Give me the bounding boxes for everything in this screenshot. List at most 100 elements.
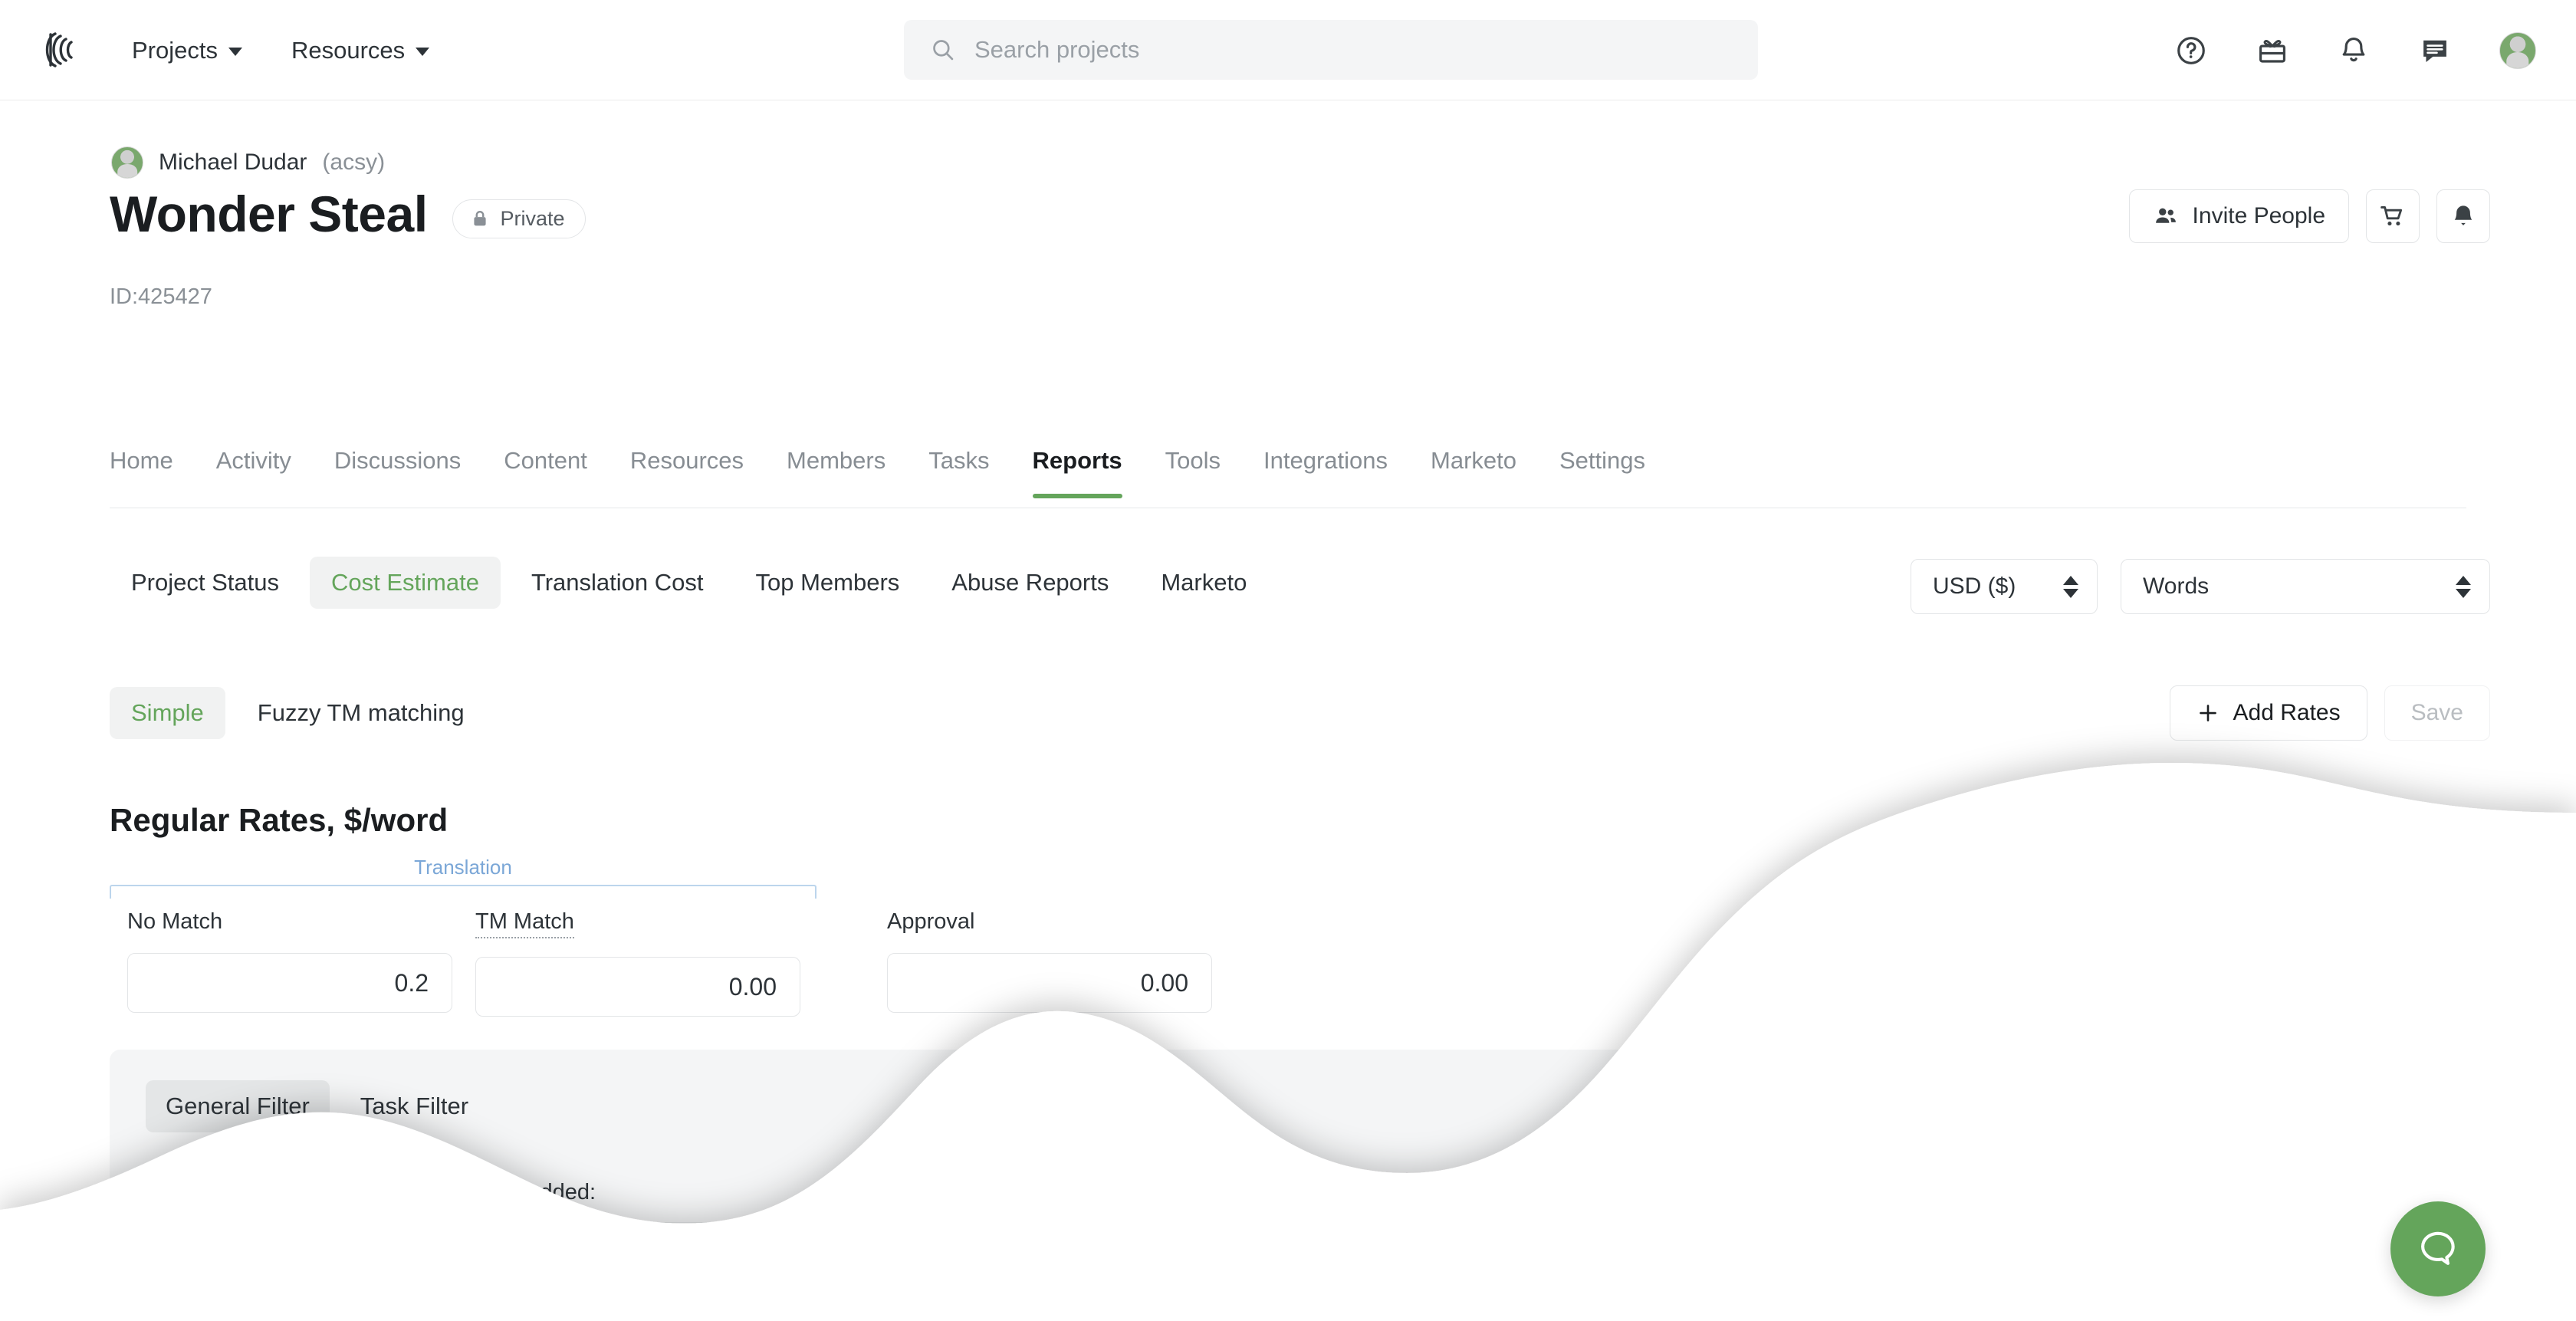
project-owner[interactable]: Michael Dudar (acsy): [111, 146, 385, 179]
calendar-icon: [475, 1240, 498, 1263]
global-nav: Projects Resources: [132, 0, 429, 100]
search-input[interactable]: Search projects: [904, 20, 1758, 80]
tab-resources[interactable]: Resources: [630, 447, 744, 498]
rate-field-approval-label: Approval: [887, 909, 1212, 935]
bell-icon: [2450, 202, 2477, 230]
people-icon: [2153, 203, 2179, 229]
rate-mode-tabs: Simple Fuzzy TM matching: [110, 687, 486, 739]
project-header-actions: Invite People: [2129, 189, 2490, 243]
nav-resources[interactable]: Resources: [291, 37, 429, 64]
search-icon: [930, 37, 956, 63]
mode-tab-fuzzy-tm-matching[interactable]: Fuzzy TM matching: [236, 687, 486, 739]
add-rates-button[interactable]: Add Rates: [2170, 685, 2367, 741]
project-id: ID:425427: [110, 284, 212, 310]
report-tab-translation-cost[interactable]: Translation Cost: [510, 557, 725, 609]
language-filter-label: Language:: [146, 1180, 426, 1205]
nav-projects-label: Projects: [132, 37, 218, 64]
rate-field-tm-match-label: TM Match: [475, 909, 574, 938]
cart-icon: [2379, 202, 2407, 230]
owner-handle: (acsy): [322, 150, 385, 176]
gift-icon[interactable]: [2256, 34, 2289, 67]
tab-activity[interactable]: Activity: [216, 447, 291, 498]
rates-group-bracket: [110, 885, 816, 899]
tab-integrations[interactable]: Integrations: [1263, 447, 1388, 498]
add-rates-label: Add Rates: [2233, 700, 2341, 726]
strings-added-filter: Strings added: All time: [452, 1180, 609, 1282]
select-arrows-icon: [393, 1241, 409, 1263]
chevron-down-icon: [416, 48, 429, 56]
filter-tabs: General Filter Task Filter: [146, 1080, 488, 1132]
tab-reports[interactable]: Reports: [1033, 447, 1122, 498]
report-tab-abuse-reports[interactable]: Abuse Reports: [930, 557, 1130, 609]
project-notifications-button[interactable]: [2436, 189, 2490, 243]
report-tab-marketo[interactable]: Marketo: [1139, 557, 1268, 609]
project-title-row: Wonder Steal Private: [110, 185, 586, 243]
select-arrows-icon: [2063, 576, 2078, 598]
help-circle-icon[interactable]: [2174, 34, 2208, 67]
strings-added-label: Strings added:: [452, 1180, 609, 1205]
report-tab-top-members[interactable]: Top Members: [734, 557, 922, 609]
report-tab-project-status[interactable]: Project Status: [110, 557, 301, 609]
global-topbar: Projects Resources Search projects: [0, 0, 2576, 100]
rate-input-tm-match[interactable]: 0.00: [475, 957, 800, 1017]
status-badge: Private: [452, 199, 586, 238]
tab-discussions[interactable]: Discussions: [334, 447, 461, 498]
rate-field-no-match-label: No Match: [127, 909, 452, 935]
unit-select[interactable]: Words: [2121, 559, 2490, 614]
cart-button[interactable]: [2366, 189, 2420, 243]
language-select-value: All languages: [166, 1238, 309, 1266]
avatar[interactable]: [2499, 32, 2536, 69]
speech-bubble-icon: [2414, 1225, 2462, 1273]
tab-tools[interactable]: Tools: [1165, 447, 1221, 498]
status-badge-label: Private: [501, 207, 565, 231]
app-root: Projects Resources Search projects: [0, 0, 2576, 1321]
language-select[interactable]: All languages: [146, 1222, 426, 1282]
tab-members[interactable]: Members: [787, 447, 886, 498]
rate-field-tm-match: TM Match 0.00: [475, 909, 800, 1017]
rate-input-no-match[interactable]: 0.2: [127, 953, 452, 1013]
search-placeholder: Search projects: [974, 36, 1139, 64]
report-tab-cost-estimate[interactable]: Cost Estimate: [310, 557, 501, 609]
select-arrows-icon: [2456, 576, 2471, 598]
rate-input-approval[interactable]: 0.00: [887, 953, 1212, 1013]
invite-people-label: Invite People: [2193, 203, 2325, 229]
report-tabs: Project Status Cost Estimate Translation…: [110, 557, 1268, 609]
filter-tab-general[interactable]: General Filter: [146, 1080, 330, 1132]
project-tabs: Home Activity Discussions Content Resour…: [110, 447, 2466, 508]
lock-icon: [470, 209, 490, 228]
bell-icon[interactable]: [2337, 34, 2371, 67]
language-filter: Language: All languages: [146, 1180, 426, 1282]
topbar-icon-group: [2174, 0, 2536, 100]
nav-resources-label: Resources: [291, 37, 405, 64]
chat-icon[interactable]: [2418, 34, 2452, 67]
invite-people-button[interactable]: Invite People: [2129, 189, 2349, 243]
filter-fields: Language: All languages Strings added:: [146, 1180, 750, 1282]
tab-home[interactable]: Home: [110, 447, 173, 498]
tab-marketo[interactable]: Marketo: [1431, 447, 1516, 498]
mode-tab-simple[interactable]: Simple: [110, 687, 225, 739]
owner-avatar: [111, 146, 143, 179]
rate-field-no-match: No Match 0.2: [127, 909, 452, 1013]
nav-projects[interactable]: Projects: [132, 37, 242, 64]
rates-group-label: Translation: [110, 856, 816, 879]
filter-panel: General Filter Task Filter Language: All…: [110, 1050, 2183, 1321]
plus-icon: [2196, 702, 2220, 725]
crowdin-logo-icon[interactable]: [40, 26, 87, 74]
filter-tab-task[interactable]: Task Filter: [340, 1080, 488, 1132]
tab-content[interactable]: Content: [504, 447, 587, 498]
strings-added-secondary-button[interactable]: [635, 1222, 750, 1282]
rates-heading: Regular Rates, $/word: [110, 802, 448, 839]
calendar-icon: [657, 1240, 680, 1263]
owner-name: Michael Dudar: [159, 150, 307, 176]
chevron-down-icon: [228, 48, 242, 56]
support-chat-button[interactable]: [2390, 1201, 2486, 1296]
strings-added-date-button[interactable]: All time: [452, 1222, 609, 1282]
rates-actions: Add Rates Save: [2170, 685, 2490, 741]
tab-tasks[interactable]: Tasks: [928, 447, 989, 498]
currency-select-value: USD ($): [1933, 573, 2016, 600]
strings-added-date-value: All time: [511, 1239, 586, 1265]
currency-select[interactable]: USD ($): [1911, 559, 2098, 614]
save-button[interactable]: Save: [2384, 685, 2490, 741]
tab-settings[interactable]: Settings: [1559, 447, 1645, 498]
strings-added-secondary-chip[interactable]: [635, 1222, 750, 1282]
